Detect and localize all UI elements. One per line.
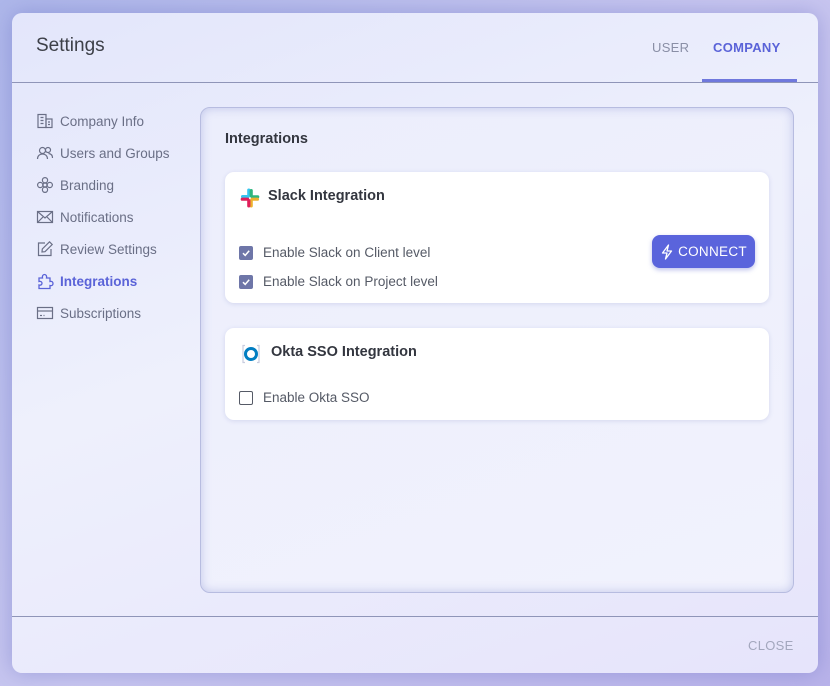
- footer-divider: [12, 616, 818, 617]
- sidebar-item-review-settings[interactable]: Review Settings: [36, 233, 206, 265]
- okta-sso-checkbox[interactable]: [239, 390, 253, 405]
- users-icon: [36, 144, 54, 162]
- check-icon: [242, 278, 250, 285]
- dialog-header: Settings USER COMPANY: [12, 13, 818, 83]
- sidebar-item-label: Notifications: [60, 209, 134, 225]
- okta-sso-label: Enable Okta SSO: [263, 390, 370, 405]
- slack-integration-card: Slack Integration Enable Slack on Client…: [225, 172, 769, 303]
- close-button[interactable]: CLOSE: [748, 638, 794, 653]
- slack-logo-icon: [239, 187, 261, 209]
- sidebar-item-users-and-groups[interactable]: Users and Groups: [36, 137, 206, 169]
- check-icon: [242, 249, 250, 256]
- slack-card-title: Slack Integration: [268, 188, 385, 204]
- dialog-title: Settings: [36, 35, 105, 56]
- sidebar-item-label: Subscriptions: [60, 305, 142, 321]
- slack-project-level-label: Enable Slack on Project level: [263, 274, 438, 289]
- slack-client-level-label: Enable Slack on Client level: [263, 245, 431, 260]
- flower-icon: [36, 176, 54, 194]
- sidebar-item-label: Users and Groups: [60, 145, 170, 161]
- tab-company[interactable]: COMPANY: [713, 40, 781, 55]
- connect-button-label: CONNECT: [678, 244, 747, 259]
- sidebar-item-subscriptions[interactable]: Subscriptions: [36, 297, 206, 329]
- okta-card-title: Okta SSO Integration: [271, 344, 417, 360]
- building-icon: [36, 112, 54, 130]
- sidebar-item-label: Branding: [60, 177, 115, 193]
- integrations-panel: Integrations Slack Integration Enable Sl…: [200, 107, 794, 593]
- slack-project-level-option: Enable Slack on Project level: [239, 274, 438, 289]
- card-icon: [36, 304, 54, 322]
- lightning-icon: [660, 243, 674, 260]
- sidebar-item-integrations[interactable]: Integrations: [36, 265, 206, 297]
- slack-project-level-checkbox[interactable]: [239, 274, 253, 289]
- puzzle-icon: [36, 272, 54, 290]
- okta-integration-card: Okta SSO Integration Enable Okta SSO: [225, 328, 769, 420]
- slack-client-level-checkbox[interactable]: [239, 245, 253, 260]
- active-tab-indicator: [702, 79, 797, 82]
- slack-connect-button[interactable]: CONNECT: [652, 235, 755, 268]
- settings-sidebar: Company Info Users and Groups Branding N…: [36, 105, 206, 329]
- okta-sso-option: Enable Okta SSO: [239, 390, 370, 405]
- okta-logo-icon: [240, 343, 262, 365]
- envelope-icon: [36, 208, 54, 226]
- slack-client-level-option: Enable Slack on Client level: [239, 245, 430, 260]
- settings-dialog: Settings USER COMPANY Company Info Users…: [12, 13, 818, 673]
- sidebar-item-label: Company Info: [60, 113, 145, 129]
- edit-icon: [36, 240, 54, 258]
- sidebar-item-notifications[interactable]: Notifications: [36, 201, 206, 233]
- sidebar-item-company-info[interactable]: Company Info: [36, 105, 206, 137]
- sidebar-item-label: Review Settings: [60, 241, 157, 257]
- tab-user[interactable]: USER: [652, 40, 689, 55]
- sidebar-item-branding[interactable]: Branding: [36, 169, 206, 201]
- panel-title: Integrations: [225, 131, 308, 147]
- sidebar-item-label: Integrations: [60, 273, 138, 289]
